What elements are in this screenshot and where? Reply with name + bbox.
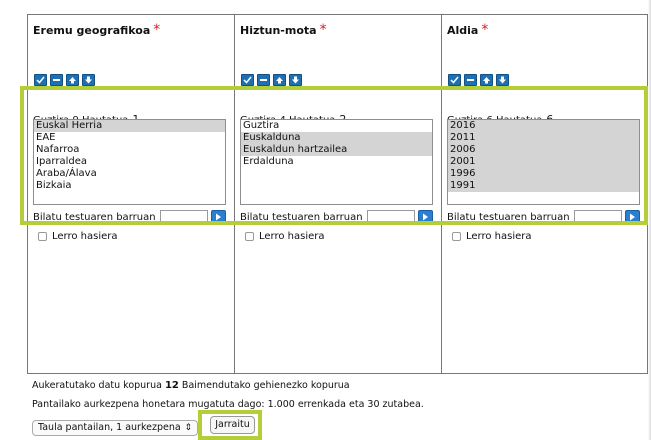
list-option[interactable]: EAE: [34, 132, 225, 144]
column-title: Hiztun-mota *: [240, 22, 327, 38]
search-row: Bilatu testuaren barruan: [33, 210, 226, 224]
deselect-all-icon[interactable]: [257, 74, 270, 86]
checkbox-label: Lerro hasiera: [466, 231, 532, 242]
required-marker: *: [319, 22, 327, 38]
arrow-down-icon[interactable]: [289, 74, 302, 86]
search-label: Bilatu testuaren barruan: [447, 212, 570, 223]
column-title: Eremu geografikoa *: [33, 22, 161, 38]
selection-toolbar: [241, 74, 302, 86]
column-hiztun-mota: Hiztun-mota* Guztira 4 Hautatua2 Guztira…: [235, 15, 442, 373]
selection-toolbar: [448, 74, 509, 86]
list-option[interactable]: 2006: [448, 144, 639, 156]
list-option[interactable]: Euskal Herria: [34, 120, 225, 132]
select-all-icon[interactable]: [241, 74, 254, 86]
list-option[interactable]: 2001: [448, 156, 639, 168]
select-arrows-icon: ⇕: [184, 423, 192, 433]
search-go-button[interactable]: [418, 210, 433, 224]
select-all-icon[interactable]: [448, 74, 461, 86]
checkbox-label: Lerro hasiera: [259, 231, 325, 242]
chevron-right-icon: [423, 213, 428, 221]
search-go-button[interactable]: [211, 210, 226, 224]
column-aldia: Aldia* Guztira 6 Hautatua6 2016201120062…: [442, 15, 647, 373]
list-option[interactable]: 2011: [448, 132, 639, 144]
arrow-up-icon[interactable]: [66, 74, 79, 86]
list-option[interactable]: Araba/Álava: [34, 168, 225, 180]
selection-toolbar: [34, 74, 95, 86]
checkbox[interactable]: [245, 232, 254, 241]
deselect-all-icon[interactable]: [464, 74, 477, 86]
search-row: Bilatu testuaren barruan: [240, 210, 433, 224]
search-label: Bilatu testuaren barruan: [33, 212, 156, 223]
options-listbox[interactable]: 2016 2011 2006 2001 1996 1991: [447, 119, 640, 205]
variable-selection-panel: Eremu geografikoa* Guztira 9 Hautatua1 E…: [0, 0, 651, 440]
arrow-down-icon[interactable]: [82, 74, 95, 86]
arrow-up-icon[interactable]: [273, 74, 286, 86]
line-start-option[interactable]: Lerro hasiera: [38, 231, 118, 242]
data-count-info: Aukeratutako datu kopurua 12 Baimendutak…: [32, 380, 350, 391]
search-input[interactable]: [367, 210, 415, 224]
presentation-select[interactable]: Taula pantailan, 1 aurkezpena ⇕: [32, 420, 198, 436]
checkbox-label: Lerro hasiera: [52, 231, 118, 242]
top-strip: [0, 0, 651, 14]
options-listbox[interactable]: Euskal Herria EAE Nafarroa Iparraldea Araba/…: [33, 119, 226, 205]
required-marker: *: [153, 22, 161, 38]
search-input[interactable]: [160, 210, 208, 224]
list-option[interactable]: Iparraldea: [34, 156, 225, 168]
search-label: Bilatu testuaren barruan: [240, 212, 363, 223]
search-row: Bilatu testuaren barruan: [447, 210, 640, 224]
deselect-all-icon[interactable]: [50, 74, 63, 86]
column-eremu-geografikoa: Eremu geografikoa* Guztira 9 Hautatua1 E…: [28, 15, 235, 373]
arrow-down-icon[interactable]: [496, 74, 509, 86]
list-option[interactable]: 1996: [448, 168, 639, 180]
search-go-button[interactable]: [625, 210, 640, 224]
options-listbox[interactable]: Guztira Euskalduna Euskaldun hartzailea Erd…: [240, 119, 433, 205]
search-input[interactable]: [574, 210, 622, 224]
continue-button[interactable]: Jarraitu: [210, 416, 255, 434]
chevron-right-icon: [630, 213, 635, 221]
select-all-icon[interactable]: [34, 74, 47, 86]
list-option[interactable]: Erdalduna: [241, 156, 432, 168]
list-option[interactable]: Nafarroa: [34, 144, 225, 156]
list-option[interactable]: Euskalduna: [241, 132, 432, 144]
required-marker: *: [481, 22, 489, 38]
list-option[interactable]: Guztira: [241, 120, 432, 132]
data-count-value: 12: [164, 380, 179, 391]
arrow-up-icon[interactable]: [480, 74, 493, 86]
columns-container: Eremu geografikoa* Guztira 9 Hautatua1 E…: [27, 14, 648, 374]
list-option[interactable]: Euskaldun hartzailea: [241, 144, 432, 156]
list-option[interactable]: Bizkaia: [34, 180, 225, 192]
line-start-option[interactable]: Lerro hasiera: [452, 231, 532, 242]
list-option[interactable]: 1991: [448, 180, 639, 192]
checkbox[interactable]: [38, 232, 47, 241]
checkbox[interactable]: [452, 232, 461, 241]
line-start-option[interactable]: Lerro hasiera: [245, 231, 325, 242]
column-title: Aldia *: [447, 22, 489, 38]
display-limit-info: Pantailako aurkezpena honetara mugatuta …: [32, 399, 424, 410]
chevron-right-icon: [216, 213, 221, 221]
list-option[interactable]: 2016: [448, 120, 639, 132]
